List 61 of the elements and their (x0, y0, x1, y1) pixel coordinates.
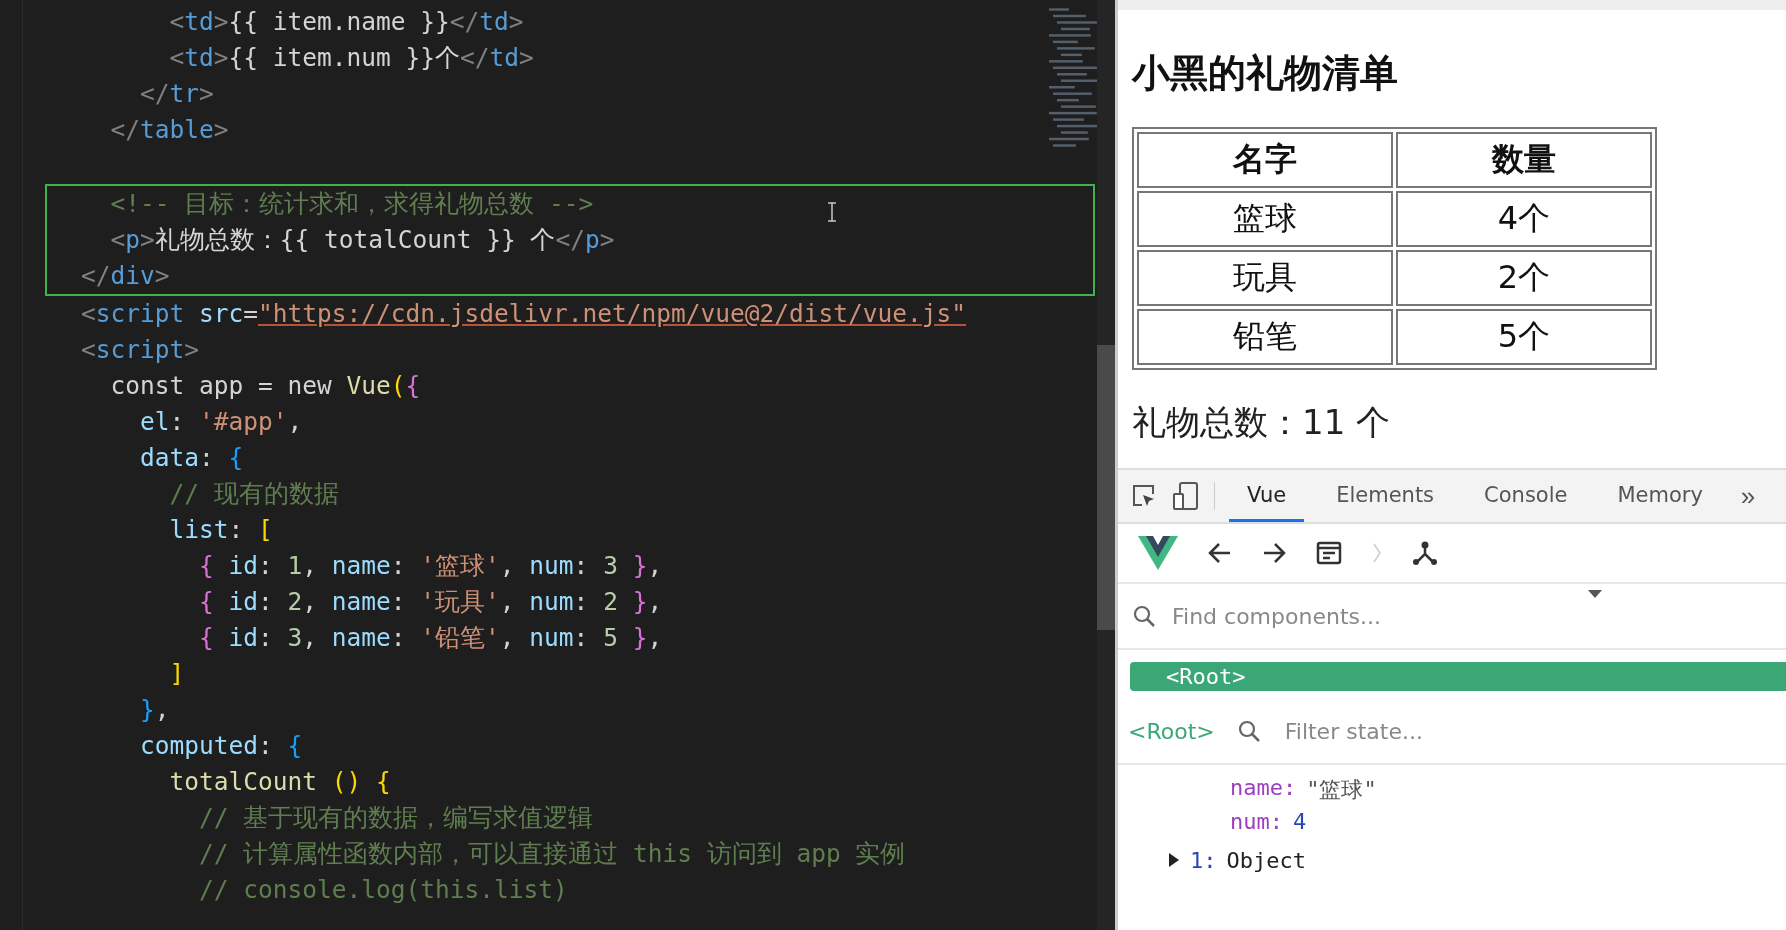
state-value: 4 (1293, 809, 1307, 836)
table-cell: 4个 (1396, 191, 1652, 247)
code-line: // console.log(this.list) (197, 874, 568, 906)
code-line: <!-- 目标：统计求和，求得礼物总数 --> (109, 188, 594, 220)
devtools-tab[interactable]: Elements (1318, 470, 1453, 522)
total-text: 礼物总数：11 个 (1132, 401, 1392, 444)
code-line: <script src="https://cdn.jsdelivr.net/npm/vue@2/dist/vue.js" (80, 298, 966, 330)
code-line: { id: 3, name: '铅笔', num: 5 }, (197, 622, 663, 654)
forward-arrow-icon[interactable] (1262, 542, 1286, 564)
code-line: </div> (80, 260, 170, 292)
table-cell: 2个 (1396, 250, 1652, 306)
table-cell: 5个 (1396, 309, 1652, 365)
component-name: <Root> (1128, 718, 1215, 744)
code-line: ] (168, 658, 185, 690)
state-value: Object (1226, 847, 1306, 873)
code-line: </table> (109, 114, 229, 146)
table-cell: 铅笔 (1137, 309, 1393, 365)
find-components-field[interactable]: Find components... (1170, 602, 1772, 630)
code-line: }, (138, 694, 170, 726)
devtools-tab[interactable]: Memory (1599, 470, 1721, 522)
text-cursor-icon (826, 202, 837, 222)
filter-state-field[interactable]: Filter state... (1282, 717, 1772, 745)
page-heading: 小黑的礼物清单 (1132, 50, 1399, 97)
devtools-tab[interactable]: Console (1466, 470, 1586, 522)
code-line: <td>{{ item.num }}个</td> (168, 42, 534, 74)
code-line: computed: { (138, 730, 303, 762)
code-line: // 计算属性函数内部，可以直接通过 this 访问到 app 实例 (197, 838, 906, 870)
code-line: <td>{{ item.name }}</td> (168, 6, 524, 38)
code-line: // 现有的数据 (168, 478, 339, 510)
chevron-icon (1372, 542, 1382, 564)
column-header: 数量 (1396, 132, 1652, 188)
table-cell: 篮球 (1137, 191, 1393, 247)
code-line: totalCount () { (168, 766, 391, 798)
vue-logo-icon (1138, 536, 1178, 570)
expand-triangle-icon[interactable] (1168, 853, 1180, 867)
code-line: </tr> (138, 78, 214, 110)
devtools-tab[interactable]: Vue (1229, 470, 1305, 522)
component-tree-icon[interactable] (1412, 540, 1438, 566)
code-line: // 基于现有的数据，编写求值逻辑 (197, 802, 594, 834)
back-arrow-icon[interactable] (1208, 542, 1232, 564)
state-value: "篮球" (1306, 776, 1377, 804)
device-toolbar-icon[interactable] (1172, 481, 1200, 511)
code-line: list: [ (168, 514, 273, 546)
code-line: { id: 2, name: '玩具', num: 2 }, (197, 586, 663, 618)
dropdown-caret-icon[interactable] (1588, 590, 1602, 598)
code-line: <script> (80, 334, 199, 366)
code-line: const app = new Vue({ (109, 370, 421, 402)
scrollbar[interactable] (1097, 0, 1115, 930)
state-key: name: (1230, 775, 1297, 809)
code-line: el: '#app', (138, 406, 303, 438)
search-icon (1236, 719, 1261, 743)
column-header: 名字 (1137, 132, 1393, 188)
timeline-panel-icon[interactable] (1316, 541, 1342, 565)
code-line: data: { (138, 442, 244, 474)
code-line: <p>礼物总数：{{ totalCount }} 个</p> (109, 224, 615, 256)
code-line: { id: 1, name: '篮球', num: 3 }, (197, 550, 663, 582)
state-key: num: (1230, 809, 1283, 843)
table-cell: 玩具 (1137, 250, 1393, 306)
search-icon (1132, 604, 1156, 628)
state-key: 1: (1190, 847, 1217, 873)
more-tabs-button[interactable]: » (1734, 479, 1762, 513)
